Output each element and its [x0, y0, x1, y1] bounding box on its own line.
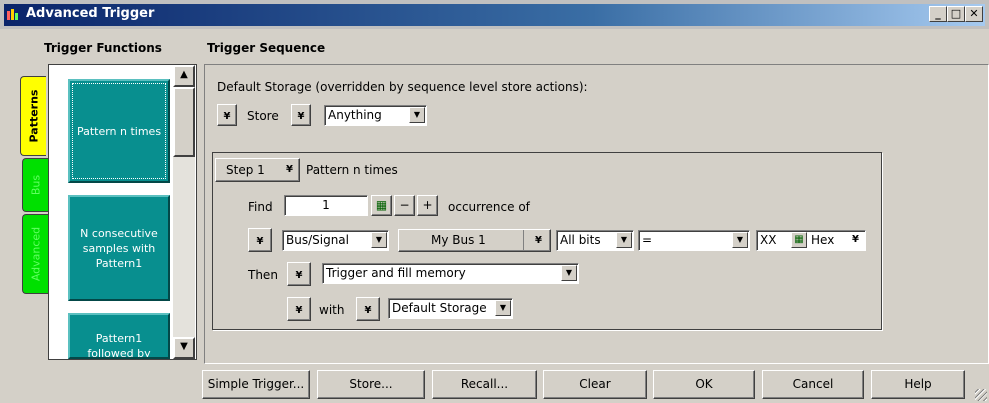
recall-button[interactable]: Recall...: [432, 370, 537, 399]
find-label: Find: [248, 200, 273, 214]
minimize-button[interactable]: _: [929, 6, 947, 22]
chevron-down-icon: ¥: [223, 111, 231, 122]
trigger-sequence-header: Trigger Sequence: [207, 41, 326, 55]
with-expand-button[interactable]: ¥: [287, 297, 311, 321]
occurrence-label: occurrence of: [448, 200, 530, 214]
scroll-thumb[interactable]: [173, 87, 195, 157]
then-expand-button[interactable]: ¥: [287, 262, 311, 286]
action-select[interactable]: Trigger and fill memory ▼: [322, 263, 579, 284]
radix-value[interactable]: Hex: [811, 231, 834, 249]
operator-select[interactable]: = ▼: [638, 230, 750, 251]
store-options-button[interactable]: ¥: [291, 104, 311, 126]
dropdown-arrow-icon[interactable]: ▼: [561, 265, 577, 281]
window-title: Advanced Trigger: [26, 6, 155, 21]
decrement-button[interactable]: −: [394, 195, 415, 216]
maximize-button[interactable]: □: [947, 6, 965, 22]
then-label: Then: [248, 268, 278, 282]
tab-advanced[interactable]: Advanced: [22, 214, 48, 294]
storage-value: Default Storage: [392, 301, 487, 315]
bits-select[interactable]: All bits ▼: [556, 230, 634, 251]
find-count-input[interactable]: 1: [284, 195, 368, 216]
clear-button[interactable]: Clear: [543, 370, 647, 399]
tab-patterns[interactable]: Patterns: [20, 76, 46, 156]
minus-icon: −: [399, 198, 410, 212]
function-label: N consecutive samples with Pattern1: [80, 226, 158, 270]
find-count-value: 1: [322, 198, 330, 212]
resize-grip[interactable]: [975, 389, 987, 401]
cancel-button[interactable]: Cancel: [762, 370, 864, 399]
help-button[interactable]: Help: [871, 370, 965, 399]
calculator-icon[interactable]: ▦: [791, 232, 807, 248]
value-input[interactable]: XX ▦ Hex ¥: [756, 230, 866, 251]
app-icon: [7, 9, 18, 20]
plus-icon: +: [422, 198, 433, 212]
tab-bus[interactable]: Bus: [22, 158, 48, 212]
chevron-down-icon: ¥: [286, 164, 293, 175]
scroll-up-button[interactable]: ▲: [173, 65, 195, 87]
function-n-consecutive[interactable]: N consecutive samples with Pattern1: [68, 195, 170, 301]
store-select[interactable]: Anything ▼: [324, 105, 427, 126]
step-label: Step 1: [226, 163, 265, 177]
title-bar: Advanced Trigger _ □ ✕: [0, 0, 989, 29]
bus-signal-select[interactable]: Bus/Signal ▼: [282, 230, 389, 251]
bus-signal-value: Bus/Signal: [286, 233, 349, 247]
function-pattern-n-times[interactable]: Pattern n times: [68, 79, 170, 183]
calculator-icon: ▦: [375, 198, 388, 212]
title-bar-caption[interactable]: Advanced Trigger _ □ ✕: [4, 4, 985, 26]
chevron-down-icon: ¥: [535, 235, 542, 246]
dropdown-arrow-icon[interactable]: ▼: [495, 300, 511, 316]
tab-bus-label: Bus: [29, 174, 42, 196]
bits-value: All bits: [560, 233, 601, 247]
dropdown-arrow-icon[interactable]: ▼: [409, 107, 425, 123]
bus-name: My Bus 1: [431, 233, 486, 247]
functions-scrollbar[interactable]: ▲ ▼: [173, 65, 195, 359]
function-pattern1-followed[interactable]: Pattern1 followed by: [68, 313, 170, 359]
scroll-down-button[interactable]: ▼: [173, 337, 195, 359]
with-label: with: [319, 303, 345, 317]
default-storage-label: Default Storage (overridden by sequence …: [217, 80, 588, 94]
bus-name-button[interactable]: My Bus 1 ¥: [398, 229, 551, 252]
separator: [523, 230, 524, 251]
storage-options-button[interactable]: ¥: [356, 297, 380, 321]
function-label: Pattern n times: [76, 124, 162, 138]
function-label: Pattern1 followed by: [87, 332, 151, 359]
chevron-down-icon: ¥: [295, 270, 303, 281]
operator-value: =: [642, 233, 653, 247]
store-label: Store: [247, 109, 279, 123]
tab-patterns-label: Patterns: [27, 89, 40, 143]
ok-button[interactable]: OK: [653, 370, 755, 399]
calculator-button[interactable]: ▦: [371, 195, 392, 216]
action-value: Trigger and fill memory: [326, 266, 466, 280]
dropdown-arrow-icon[interactable]: ▼: [371, 232, 387, 248]
store-expand-button[interactable]: ¥: [217, 104, 237, 126]
trigger-functions-header: Trigger Functions: [44, 41, 162, 55]
chevron-down-icon: ¥: [297, 111, 305, 122]
step-name: Pattern n times: [306, 163, 398, 177]
increment-button[interactable]: +: [417, 195, 438, 216]
chevron-down-icon: ¥: [364, 305, 372, 316]
simple-trigger-button[interactable]: Simple Trigger...: [202, 370, 310, 399]
tab-advanced-label: Advanced: [29, 226, 42, 282]
step-1-button[interactable]: Step 1 ¥: [215, 158, 300, 182]
chevron-down-icon: ¥: [295, 305, 303, 316]
chevron-down-icon[interactable]: ¥: [852, 231, 859, 249]
close-button[interactable]: ✕: [965, 6, 983, 22]
storage-select[interactable]: Default Storage ▼: [388, 298, 513, 319]
value-text: XX: [760, 233, 777, 247]
dropdown-arrow-icon[interactable]: ▼: [616, 232, 632, 248]
dropdown-arrow-icon[interactable]: ▼: [732, 232, 748, 248]
store-select-value: Anything: [328, 108, 382, 122]
pattern-expand-button[interactable]: ¥: [248, 228, 272, 252]
store-button[interactable]: Store...: [317, 370, 425, 399]
chevron-down-icon: ¥: [256, 236, 264, 247]
